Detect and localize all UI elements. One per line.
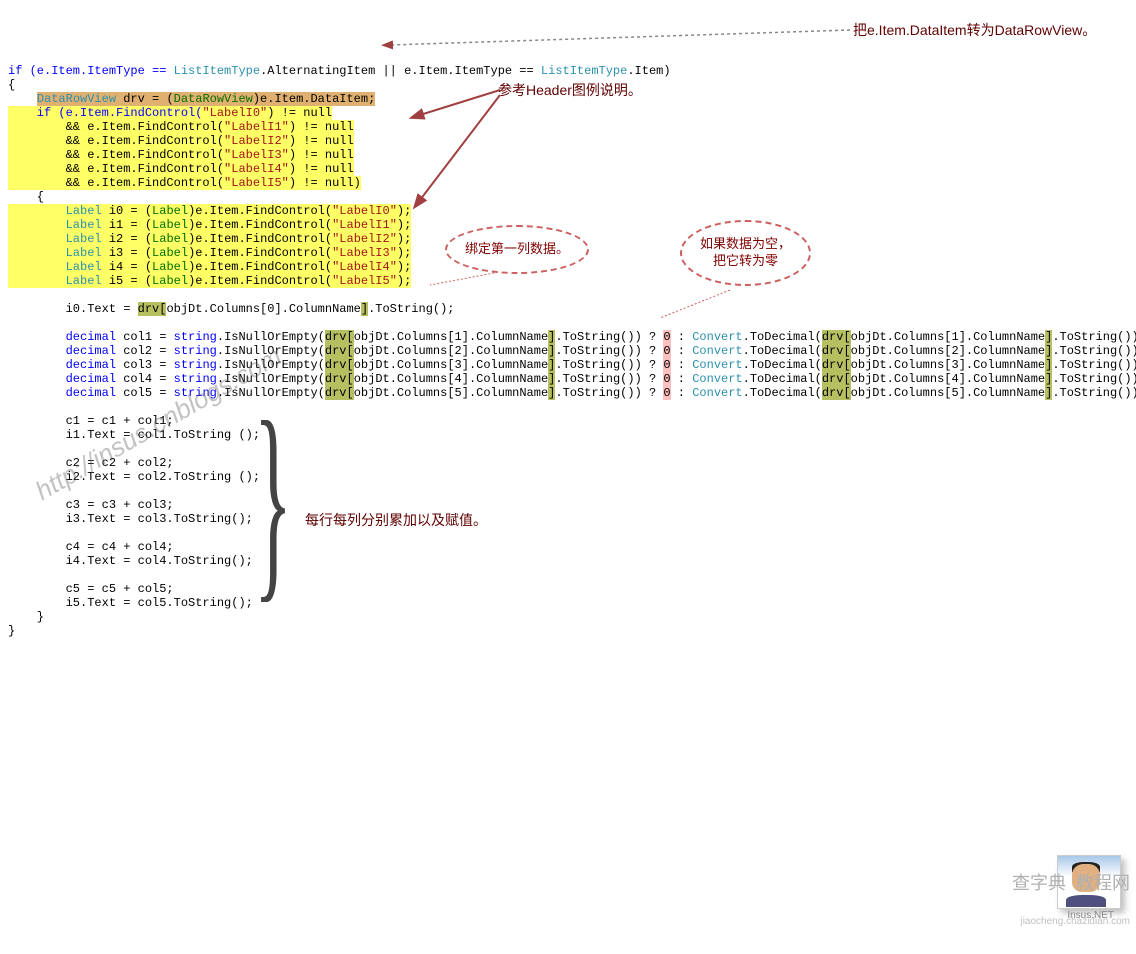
callout-null-to-zero: 如果数据为空， 把它转为零 [680,220,811,286]
site-footer: 查字典 教程网 jiaocheng.chazidian.com [1002,848,1130,948]
callout-bind-first-col: 绑定第一列数据。 [445,225,589,274]
annotation-2: 参考Header图例说明。 [498,80,642,100]
annotation-5: 每行每列分别累加以及赋值。 [305,510,487,530]
code-block: if (e.Item.ItemType == ListItemType.Alte… [8,64,1128,638]
footer-sub: jiaocheng.chazidian.com [1002,916,1130,927]
annotation-1: 把e.Item.DataItem转为DataRowView。 [853,20,1096,40]
footer-main: 查字典 教程网 [1012,873,1130,893]
brace-icon: } [254,412,292,588]
